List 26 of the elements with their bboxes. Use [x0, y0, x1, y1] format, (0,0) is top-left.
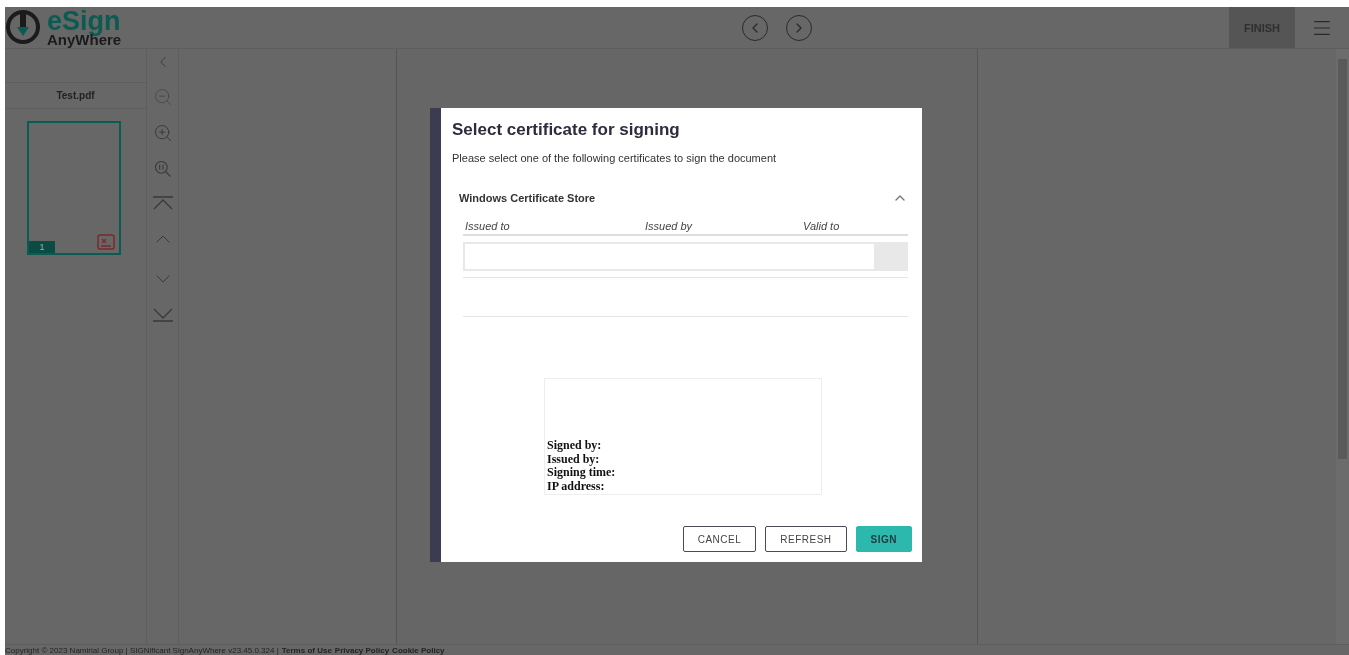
dialog-description: Please select one of the following certificates to sign the document: [452, 152, 778, 164]
signature-label: Signed by:: [547, 439, 603, 453]
last-page-icon[interactable]: [151, 307, 174, 323]
dialog-button[interactable]: REFRESH: [765, 526, 847, 552]
signature-label: IP address:: [547, 479, 606, 493]
dialog-button[interactable]: CANCEL: [682, 526, 757, 552]
footer-link[interactable]: Privacy Policy: [334, 645, 390, 655]
column-header: Issued by: [645, 220, 694, 232]
section-title: Windows Certificate Store: [459, 192, 596, 204]
zoom-in-icon[interactable]: [152, 123, 173, 143]
page-thumbnail[interactable]: 1: [27, 121, 121, 255]
signature-field-icon: [97, 234, 115, 250]
document-name: Test.pdf: [5, 83, 146, 109]
page-number: 1: [29, 241, 55, 253]
dialog-button[interactable]: SIGN: [855, 526, 912, 552]
actual-size-icon[interactable]: [152, 159, 173, 179]
zoom-out-icon[interactable]: [152, 87, 173, 107]
column-header: Valid to: [803, 220, 841, 232]
signature-label: Issued by:: [547, 452, 601, 466]
column-header: Issued to: [465, 220, 511, 232]
dialog-title: Select certificate for signing: [452, 120, 681, 140]
logo-icon: [5, 9, 41, 46]
first-page-icon[interactable]: [151, 195, 174, 211]
footer-link[interactable]: Terms of Use: [281, 645, 332, 655]
footer-link[interactable]: Cookie Policy: [392, 645, 445, 655]
signature-label: Signing time:: [547, 466, 617, 480]
